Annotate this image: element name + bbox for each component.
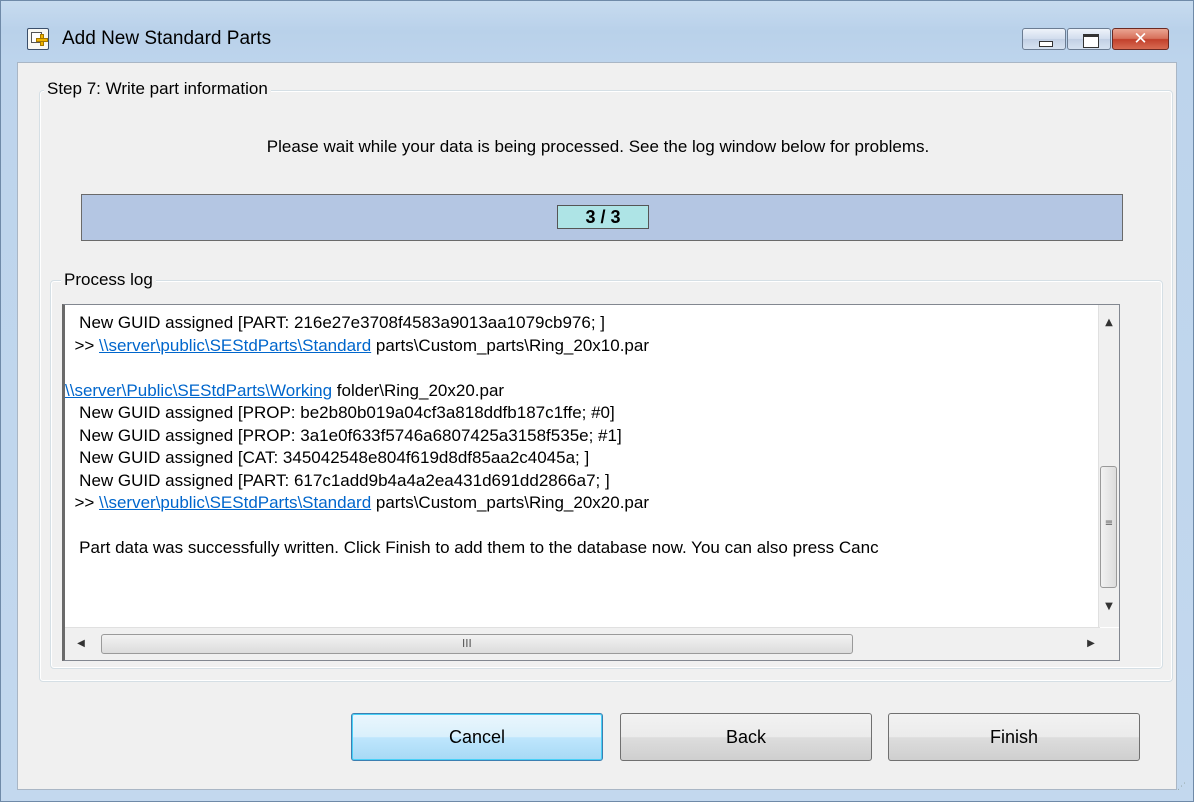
close-button[interactable]: ✕ [1112, 28, 1169, 50]
cancel-button[interactable]: Cancel [351, 713, 603, 761]
dialog-client-area: Step 7: Write part information Please wa… [17, 62, 1177, 790]
log-path-link[interactable]: \\server\Public\SEStdParts\Working [65, 381, 332, 400]
log-line: New GUID assigned [PART: 617c1add9b4a4a2… [65, 470, 610, 490]
horizontal-scrollbar[interactable]: ◀ III ▶ [65, 627, 1100, 660]
log-line: >> \\server\public\SEStdParts\Standard p… [65, 335, 649, 355]
log-path-link[interactable]: \\server\public\SEStdParts\Standard [99, 336, 371, 355]
grip-icon: ≡ [1104, 518, 1114, 529]
window-title: Add New Standard Parts [62, 28, 272, 49]
title-bar[interactable]: Add New Standard Parts ✕ [1, 1, 1193, 61]
progress-label: 3 / 3 [557, 205, 649, 229]
scroll-down-icon[interactable]: ▼ [1099, 597, 1119, 617]
scroll-left-icon[interactable]: ◀ [71, 628, 91, 660]
finish-button[interactable]: Finish [888, 713, 1140, 761]
log-content: New GUID assigned [PART: 216e27e3708f458… [65, 305, 1100, 627]
resize-grip-icon[interactable]: ⋰ [1177, 783, 1189, 797]
log-line: Part data was successfully written. Clic… [65, 538, 879, 557]
log-line: >> \\server\public\SEStdParts\Standard p… [65, 493, 649, 512]
scroll-right-icon[interactable]: ▶ [1081, 628, 1101, 660]
horizontal-scroll-thumb[interactable]: III [101, 634, 853, 654]
scroll-up-icon[interactable]: ▲ [1099, 313, 1119, 333]
log-line: New GUID assigned [PROP: 3a1e0f633f5746a… [65, 425, 622, 445]
maximize-button[interactable] [1067, 28, 1111, 50]
log-path-link[interactable]: \\server\public\SEStdParts\Standard [99, 493, 371, 512]
log-line: New GUID assigned [PART: 216e27e3708f458… [65, 313, 605, 332]
process-log[interactable]: New GUID assigned [PART: 216e27e3708f458… [62, 304, 1120, 661]
minimize-button[interactable] [1022, 28, 1066, 50]
processing-message: Please wait while your data is being pro… [266, 137, 930, 156]
maximize-icon [1083, 34, 1099, 48]
minimize-icon [1039, 41, 1053, 47]
dialog-window: Add New Standard Parts ✕ Step 7: Write p… [0, 0, 1194, 802]
log-line: New GUID assigned [PROP: be2b80b019a04cf… [65, 403, 615, 422]
vertical-scrollbar[interactable]: ▲ ≡ ▼ [1098, 305, 1119, 627]
vertical-scroll-thumb[interactable]: ≡ [1100, 466, 1117, 588]
scrollbar-corner [1099, 628, 1119, 660]
log-line: New GUID assigned [CAT: 345042548e804f61… [65, 448, 590, 467]
back-button[interactable]: Back [620, 713, 872, 761]
log-line: \\server\Public\SEStdParts\Working folde… [65, 380, 505, 400]
app-icon [27, 28, 49, 50]
progress-bar: 3 / 3 [81, 194, 1123, 241]
log-label: Process log [61, 270, 156, 290]
grip-icon: III [462, 637, 472, 650]
step-label: Step 7: Write part information [44, 79, 271, 99]
close-icon: ✕ [1133, 29, 1148, 49]
